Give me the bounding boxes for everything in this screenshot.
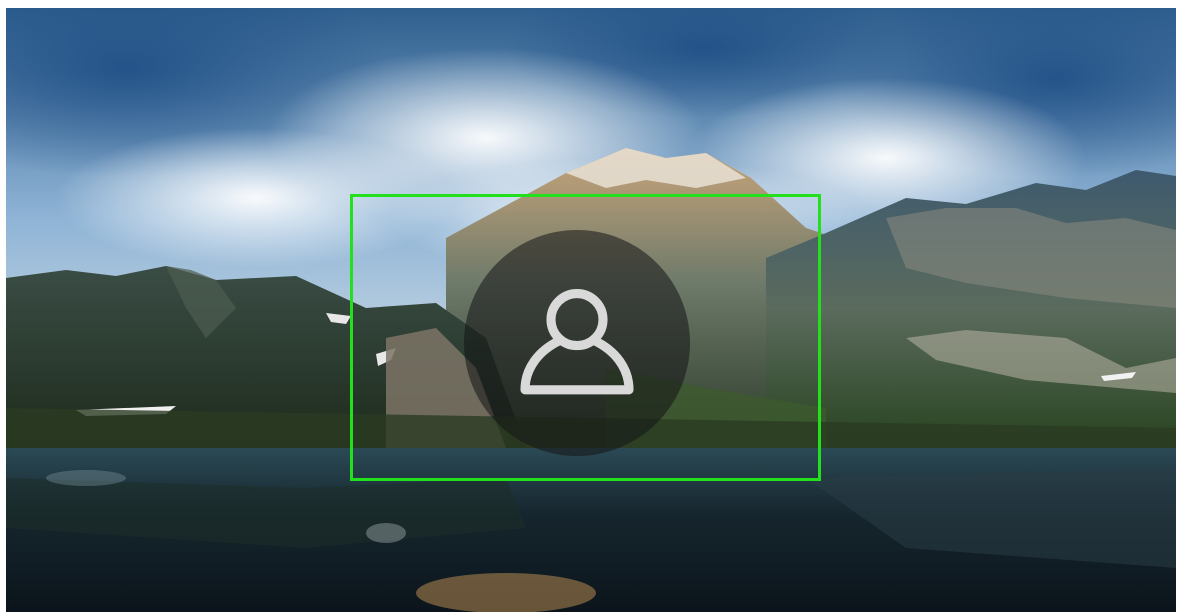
user-icon <box>520 289 634 395</box>
user-avatar-button[interactable] <box>464 230 690 456</box>
lock-screen <box>6 8 1176 612</box>
